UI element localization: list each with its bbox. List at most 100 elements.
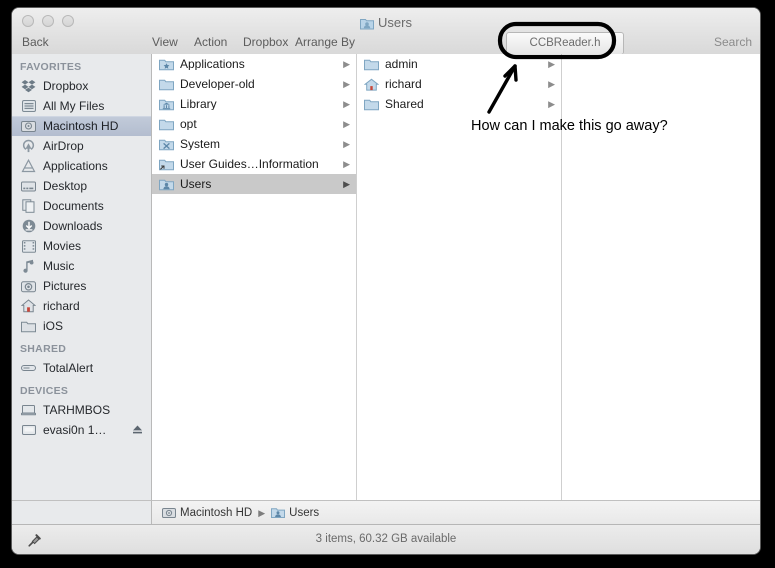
sidebar-item-label: Pictures: [43, 279, 87, 293]
search-input[interactable]: Search: [714, 35, 752, 49]
column-row-users[interactable]: Users ▶: [152, 174, 356, 194]
sidebar-item-macintosh-hd[interactable]: Macintosh HD: [12, 116, 151, 136]
column-row-system[interactable]: System ▶: [152, 134, 356, 154]
applications-icon: [20, 158, 37, 174]
sidebar-item-airdrop[interactable]: AirDrop: [12, 136, 151, 156]
disclosure-arrow-icon[interactable]: ▶: [343, 159, 350, 170]
column-row-richard[interactable]: richard ▶: [357, 74, 561, 94]
documents-icon: [20, 198, 37, 214]
column-row-applications[interactable]: Applications ▶: [152, 54, 356, 74]
column-row-user-guides[interactable]: User Guides…Information ▶: [152, 154, 356, 174]
home-icon: [363, 76, 380, 92]
sidebar-item-tarhmbos[interactable]: TARHMBOS: [12, 400, 151, 420]
sidebar-item-music[interactable]: Music: [12, 256, 151, 276]
sidebar-item-label: Desktop: [43, 179, 88, 193]
sidebar-item-pictures[interactable]: Pictures: [12, 276, 151, 296]
sidebar-item-ios[interactable]: iOS: [12, 316, 151, 336]
alias-folder-icon: [158, 156, 175, 172]
sidebar-item-totalalert[interactable]: TotalAlert: [12, 358, 151, 378]
toolbar-proxy-item[interactable]: CCBReader.h: [506, 32, 624, 55]
sidebar-item-label: Downloads: [43, 219, 103, 233]
sidebar-item-richard[interactable]: richard: [12, 296, 151, 316]
users-folder-icon: [158, 176, 175, 192]
window-title: Users: [12, 15, 760, 33]
column-3[interactable]: [562, 54, 760, 500]
column-row-library[interactable]: Library ▶: [152, 94, 356, 114]
music-icon: [20, 258, 37, 274]
library-folder-icon: [158, 96, 175, 112]
sidebar-item-label: Music: [43, 259, 75, 273]
applications-folder-icon: [158, 56, 175, 72]
sidebar[interactable]: FAVORITES Dropbox All My Files Macintosh…: [12, 54, 152, 500]
finder-window: Users Back View Action Dropbox Arrange B…: [12, 8, 760, 554]
dropbox-button[interactable]: Dropbox: [243, 35, 288, 49]
column-1[interactable]: Applications ▶ Developer-old ▶ Library ▶: [152, 54, 357, 500]
window-title-text: Users: [378, 15, 412, 30]
back-button[interactable]: Back: [22, 35, 49, 49]
home-icon: [20, 298, 37, 314]
disclosure-arrow-icon[interactable]: ▶: [548, 59, 555, 70]
dropbox-icon: [20, 78, 37, 94]
sidebar-item-label: Dropbox: [43, 79, 89, 93]
sidebar-item-all-my-files[interactable]: All My Files: [12, 96, 151, 116]
sidebar-item-label: TARHMBOS: [43, 403, 111, 417]
sidebar-item-label: Macintosh HD: [43, 119, 119, 133]
action-button[interactable]: Action: [194, 35, 227, 49]
column-row-label: opt: [180, 118, 197, 130]
breadcrumb-macintosh-hd[interactable]: Macintosh HD: [162, 507, 252, 519]
disclosure-arrow-icon[interactable]: ▶: [343, 139, 350, 150]
disclosure-arrow-icon[interactable]: ▶: [343, 99, 350, 110]
disk-icon: [20, 422, 37, 438]
sidebar-item-label: AirDrop: [43, 139, 84, 153]
sidebar-item-movies[interactable]: Movies: [12, 236, 151, 256]
sidebar-item-evasi0n[interactable]: evasi0n 1…: [12, 420, 151, 440]
view-button[interactable]: View: [152, 35, 178, 49]
path-bar[interactable]: Macintosh HD ▶ Users: [152, 500, 760, 525]
sidebar-item-documents[interactable]: Documents: [12, 196, 151, 216]
breadcrumb-users[interactable]: Users: [271, 507, 319, 519]
sidebar-item-label: evasi0n 1…: [43, 423, 107, 437]
disclosure-arrow-icon[interactable]: ▶: [343, 79, 350, 90]
users-folder-icon: [271, 507, 286, 519]
disclosure-arrow-icon[interactable]: ▶: [343, 59, 350, 70]
disclosure-arrow-icon[interactable]: ▶: [343, 179, 350, 190]
breadcrumb-label: Macintosh HD: [180, 507, 253, 519]
sidebar-item-label: Documents: [43, 199, 104, 213]
disclosure-arrow-icon[interactable]: ▶: [548, 99, 555, 110]
title-bar: Users Back View Action Dropbox Arrange B…: [12, 8, 760, 55]
movies-icon: [20, 238, 37, 254]
sidebar-item-dropbox[interactable]: Dropbox: [12, 76, 151, 96]
column-row-label: Users: [180, 178, 212, 190]
column-row-label: Library: [180, 98, 217, 110]
toolbar: Back View Action Dropbox Arrange By CCBR…: [12, 32, 760, 55]
folder-icon: [158, 76, 175, 92]
sidebar-item-label: Applications: [43, 159, 108, 173]
disclosure-arrow-icon[interactable]: ▶: [343, 119, 350, 130]
column-2[interactable]: admin ▶ richard ▶ Shared ▶: [357, 54, 562, 500]
eject-icon[interactable]: [132, 424, 143, 438]
column-row-developer-old[interactable]: Developer-old ▶: [152, 74, 356, 94]
column-row-admin[interactable]: admin ▶: [357, 54, 561, 74]
sidebar-bottom-filler: [12, 500, 152, 525]
breadcrumb-separator: ▶: [258, 507, 266, 518]
sidebar-item-downloads[interactable]: Downloads: [12, 216, 151, 236]
breadcrumb-label: Users: [289, 507, 320, 519]
airdrop-icon: [20, 138, 37, 154]
pictures-icon: [20, 278, 37, 294]
column-row-label: User Guides…Information: [180, 158, 319, 170]
sidebar-item-label: iOS: [43, 319, 64, 333]
column-row-shared[interactable]: Shared ▶: [357, 94, 561, 114]
sidebar-item-label: richard: [43, 299, 80, 313]
sidebar-item-label: Movies: [43, 239, 82, 253]
sidebar-section-favorites: FAVORITES: [20, 61, 82, 73]
column-view[interactable]: Applications ▶ Developer-old ▶ Library ▶: [152, 54, 760, 500]
column-row-label: Developer-old: [180, 78, 255, 90]
column-row-label: Applications: [180, 58, 245, 70]
arrange-by-button[interactable]: Arrange By: [295, 35, 355, 49]
sidebar-item-applications[interactable]: Applications: [12, 156, 151, 176]
disclosure-arrow-icon[interactable]: ▶: [548, 79, 555, 90]
column-row-opt[interactable]: opt ▶: [152, 114, 356, 134]
sidebar-item-desktop[interactable]: Desktop: [12, 176, 151, 196]
column-row-label: admin: [385, 58, 418, 70]
all-my-files-icon: [20, 98, 37, 114]
